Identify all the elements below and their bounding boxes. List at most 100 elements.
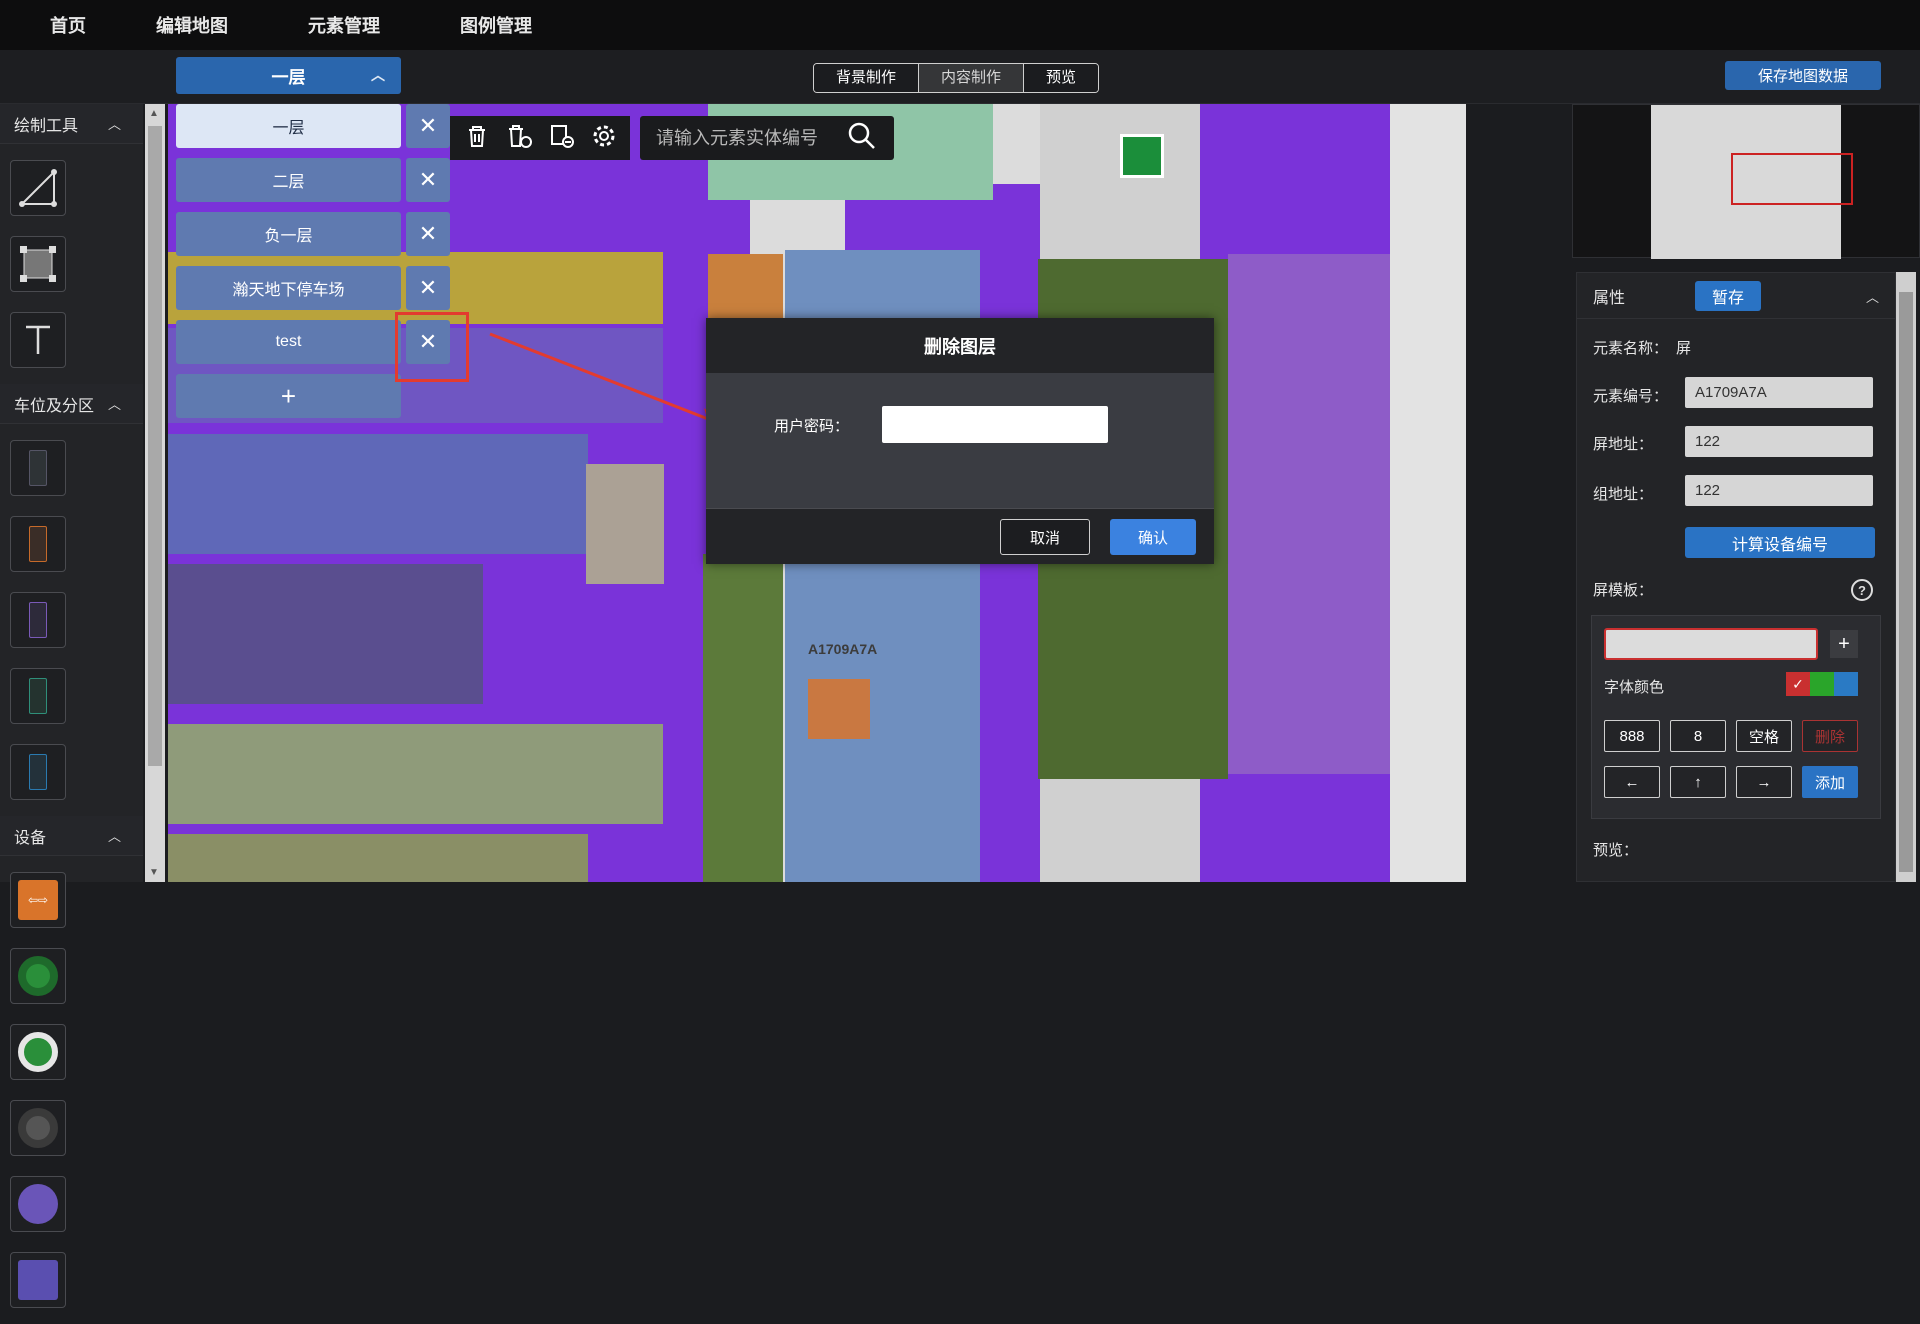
nav-edit-map[interactable]: 编辑地图 xyxy=(156,12,228,38)
rectangle-tool-icon[interactable] xyxy=(10,236,66,292)
parking-title: 车位及分区 xyxy=(14,397,95,415)
key-delete[interactable]: 删除 xyxy=(1802,720,1858,752)
help-icon[interactable]: ? xyxy=(1851,579,1873,601)
nav-element-mgmt[interactable]: 元素管理 xyxy=(308,12,380,38)
element-name-row: 元素名称： 屏 xyxy=(1593,337,1691,358)
chevron-up-icon: ︿ xyxy=(107,829,121,844)
close-icon[interactable]: ✕ xyxy=(406,158,450,202)
password-field[interactable] xyxy=(882,406,1108,443)
left-scrollbar-thumb[interactable] xyxy=(148,126,162,766)
draw-tools-grid xyxy=(0,144,143,384)
group-addr-label: 组地址： xyxy=(1593,486,1654,503)
plus-icon[interactable]: + xyxy=(1830,630,1858,658)
search-input[interactable] xyxy=(656,127,846,149)
display-screen-icon[interactable]: ⇦⇨ xyxy=(10,872,66,928)
tab-content[interactable]: 内容制作 xyxy=(919,64,1025,92)
display-screen-element[interactable] xyxy=(808,679,870,739)
color-green-swatch[interactable] xyxy=(1810,672,1834,696)
settings-gear-icon[interactable] xyxy=(591,123,617,154)
scroll-down-icon[interactable]: ▼ xyxy=(149,867,159,878)
top-nav: 首页 编辑地图 元素管理 图例管理 xyxy=(0,0,1920,50)
polygon-tool-icon[interactable] xyxy=(10,160,66,216)
scroll-up-icon[interactable]: ▲ xyxy=(149,108,159,119)
stash-button[interactable]: 暂存 xyxy=(1695,280,1762,311)
text-tool-icon[interactable] xyxy=(10,312,66,368)
floor-selector[interactable]: 一层 ︿ xyxy=(176,57,401,94)
parking-grid xyxy=(0,424,143,816)
save-map-button[interactable]: 保存地图数据 xyxy=(1725,61,1881,90)
nav-home[interactable]: 首页 xyxy=(50,12,86,38)
zone-olive xyxy=(168,834,588,882)
color-red-check-icon[interactable]: ✓ xyxy=(1786,672,1810,696)
layer-item-parking[interactable]: 瀚天地下停车场 xyxy=(176,266,401,310)
left-scrollbar[interactable]: ▲ ▼ xyxy=(145,104,165,882)
left-panel: 绘制工具 ︿ 车位及分区 ︿ 设备 ︿ ⇦⇨ xyxy=(0,104,143,1308)
cancel-button[interactable]: 取消 xyxy=(1000,519,1090,555)
dialog-footer: 取消 确认 xyxy=(706,508,1214,564)
right-scrollbar-thumb[interactable] xyxy=(1899,292,1913,872)
parking-space-orange-icon[interactable] xyxy=(10,516,66,572)
parking-space-purple-icon[interactable] xyxy=(10,592,66,648)
search-icon[interactable] xyxy=(846,120,878,157)
calc-device-code-button[interactable]: 计算设备编号 xyxy=(1685,527,1875,558)
map-road xyxy=(1390,104,1466,882)
key-add[interactable]: 添加 xyxy=(1802,766,1858,798)
layer-item-test[interactable]: test xyxy=(176,320,401,364)
element-code-field[interactable]: A1709A7A xyxy=(1685,377,1873,408)
close-icon[interactable]: ✕ xyxy=(406,266,450,310)
group-addr-field[interactable]: 122 xyxy=(1685,475,1873,506)
close-icon[interactable]: ✕ xyxy=(406,212,450,256)
tab-preview[interactable]: 预览 xyxy=(1024,64,1099,92)
right-scrollbar[interactable] xyxy=(1896,272,1916,882)
element-search xyxy=(640,116,894,160)
zone-green xyxy=(703,554,783,882)
parking-header[interactable]: 车位及分区 ︿ xyxy=(0,384,143,424)
color-blue-swatch[interactable] xyxy=(1834,672,1858,696)
font-color-swatches: ✓ xyxy=(1786,672,1858,696)
key-888[interactable]: 888 xyxy=(1604,720,1660,752)
parking-space-gray-icon[interactable] xyxy=(10,440,66,496)
chevron-up-icon[interactable]: ︿ xyxy=(1866,287,1879,306)
properties-header: 属性 暂存 ︿ xyxy=(1577,273,1895,319)
camera-green-icon[interactable] xyxy=(10,948,66,1004)
element-name-value: 屏 xyxy=(1676,340,1692,357)
add-layer-button[interactable]: + xyxy=(176,374,401,418)
trash-icon[interactable] xyxy=(464,123,490,154)
layer-item-1f[interactable]: 一层 xyxy=(176,104,401,148)
nav-legend-mgmt[interactable]: 图例管理 xyxy=(460,12,532,38)
network-topology-icon[interactable] xyxy=(10,1252,66,1308)
template-input[interactable] xyxy=(1604,628,1818,660)
highlight-box xyxy=(395,312,469,382)
draw-tools-header[interactable]: 绘制工具 ︿ xyxy=(0,104,143,144)
terminal-icon[interactable] xyxy=(10,1176,66,1232)
layer-item-b1[interactable]: 负一层 xyxy=(176,212,401,256)
device-header[interactable]: 设备 ︿ xyxy=(0,816,143,856)
trash-multiple-icon[interactable] xyxy=(505,122,533,155)
key-8[interactable]: 8 xyxy=(1670,720,1726,752)
dome-camera-icon[interactable] xyxy=(10,1100,66,1156)
minimap[interactable] xyxy=(1572,104,1920,259)
confirm-button[interactable]: 确认 xyxy=(1110,519,1196,555)
preview-label: 预览： xyxy=(1593,842,1639,859)
clear-layer-icon[interactable] xyxy=(548,122,576,155)
key-space[interactable]: 空格 xyxy=(1736,720,1792,752)
font-color-label: 字体颜色 xyxy=(1604,679,1665,696)
screen-addr-field[interactable]: 122 xyxy=(1685,426,1873,457)
zone-dark xyxy=(168,564,483,704)
minimap-viewport[interactable] xyxy=(1731,153,1853,205)
draw-tools-title: 绘制工具 xyxy=(14,117,79,135)
tab-background[interactable]: 背景制作 xyxy=(814,64,920,92)
device-title: 设备 xyxy=(14,829,47,847)
element-name-label: 元素名称： xyxy=(1593,340,1669,357)
key-left-arrow[interactable]: ← xyxy=(1604,766,1660,798)
layer-item-2f[interactable]: 二层 xyxy=(176,158,401,202)
camera-round-icon[interactable] xyxy=(10,1024,66,1080)
template-editor: + 字体颜色 ✓ 888 8 空格 删除 ← ↑ → 添加 xyxy=(1591,615,1881,819)
close-icon[interactable]: ✕ xyxy=(406,104,450,148)
exit-sign-icon[interactable] xyxy=(1120,134,1164,178)
dialog-body: 用户密码： xyxy=(706,373,1214,508)
key-right-arrow[interactable]: → xyxy=(1736,766,1792,798)
key-up-arrow[interactable]: ↑ xyxy=(1670,766,1726,798)
parking-space-blue-icon[interactable] xyxy=(10,744,66,800)
parking-space-teal-icon[interactable] xyxy=(10,668,66,724)
